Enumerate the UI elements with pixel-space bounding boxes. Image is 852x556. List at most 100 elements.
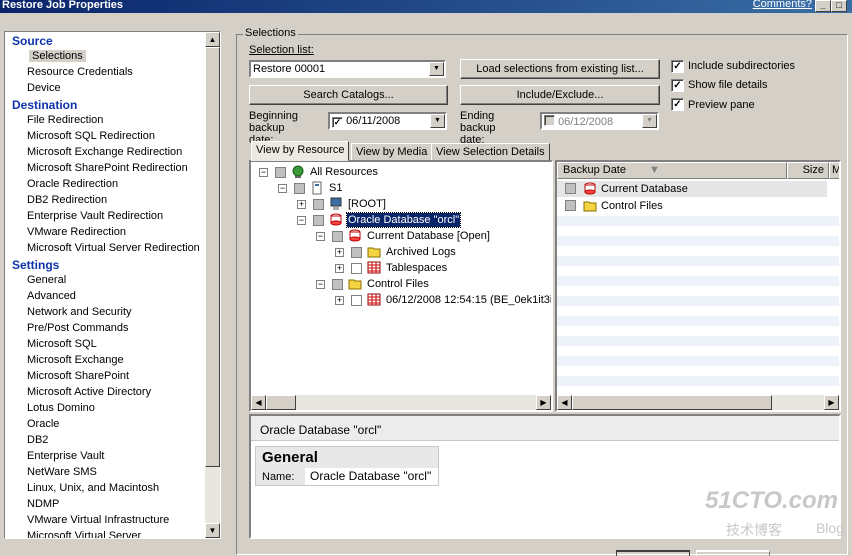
tree-checkbox[interactable] <box>351 263 362 274</box>
collapse-icon[interactable]: − <box>316 280 325 289</box>
details-hscrollbar[interactable]: ◀ ▶ <box>557 395 839 410</box>
tree-hscrollbar[interactable]: ◀ ▶ <box>251 395 551 410</box>
tree-checkbox[interactable] <box>313 215 324 226</box>
tree-node[interactable]: − All Resources <box>251 164 551 180</box>
tree-checkbox[interactable] <box>294 183 305 194</box>
column-m[interactable]: M <box>829 162 839 179</box>
beginning-date-checkbox[interactable]: ✓ <box>332 117 343 128</box>
collapse-icon[interactable]: − <box>297 216 306 225</box>
show-file-details-checkbox[interactable]: ✓ <box>671 79 684 92</box>
scroll-down-icon[interactable]: ▼ <box>205 523 220 538</box>
list-item[interactable]: Current Database <box>557 181 827 197</box>
nav-item[interactable]: Pre/Post Commands <box>27 322 128 334</box>
nav-item[interactable]: Microsoft SharePoint Redirection <box>27 162 188 174</box>
tree-node[interactable]: + [ROOT] <box>251 196 551 212</box>
nav-item[interactable]: Enterprise Vault Redirection <box>27 210 163 222</box>
collapse-icon[interactable]: − <box>316 232 325 241</box>
nav-panel: Source Selections Resource Credentials Devi… <box>4 31 221 539</box>
nav-item[interactable]: Microsoft SQL Redirection <box>27 130 155 142</box>
nav-item[interactable]: Microsoft Exchange Redirection <box>27 146 182 158</box>
tab-view-selection-details[interactable]: View Selection Details <box>431 143 550 161</box>
tree-node[interactable]: +06/12/2008 12:54:15 (BE_0ek1it3i <box>251 292 551 308</box>
preview-pane-checkbox[interactable]: ✓ <box>671 98 684 111</box>
beginning-date-picker[interactable]: ✓ 06/11/2008 ▼ <box>328 112 447 130</box>
resource-tree[interactable]: − All Resources − S1 + [ROOT] − Oracle Database… <box>249 160 553 412</box>
tree-node[interactable]: − S1 <box>251 180 551 196</box>
tree-checkbox[interactable] <box>332 231 343 242</box>
nav-item[interactable]: DB2 Redirection <box>27 194 107 206</box>
nav-item[interactable]: Enterprise Vault <box>27 450 104 462</box>
tree-checkbox[interactable] <box>313 199 324 210</box>
scroll-left-icon[interactable]: ◀ <box>557 395 572 410</box>
chevron-down-icon[interactable]: ▼ <box>642 114 657 128</box>
nav-item[interactable]: Microsoft Virtual Server <box>27 530 141 538</box>
nav-item[interactable]: General <box>27 274 66 286</box>
scroll-right-icon[interactable]: ▶ <box>536 395 551 410</box>
nav-item[interactable]: Oracle Redirection <box>27 178 118 190</box>
scroll-left-icon[interactable]: ◀ <box>251 395 266 410</box>
nav-item[interactable]: Microsoft Active Directory <box>27 386 151 398</box>
include-exclude-button[interactable]: Include/Exclude... <box>460 85 660 105</box>
expand-icon[interactable]: + <box>297 200 306 209</box>
maximize-icon[interactable]: □ <box>831 0 847 12</box>
scroll-thumb[interactable] <box>572 395 772 410</box>
nav-item[interactable]: Resource Credentials <box>27 66 133 78</box>
nav-item[interactable]: Advanced <box>27 290 76 302</box>
tree-node[interactable]: + Tablespaces <box>251 260 551 276</box>
nav-item[interactable]: Microsoft SQL <box>27 338 97 350</box>
expand-icon[interactable]: + <box>335 264 344 273</box>
scroll-up-icon[interactable]: ▲ <box>205 32 220 47</box>
tree-checkbox[interactable] <box>351 295 362 306</box>
nav-item[interactable]: Device <box>27 82 61 94</box>
nav-item[interactable]: Microsoft Exchange <box>27 354 124 366</box>
collapse-icon[interactable]: − <box>278 184 287 193</box>
column-size[interactable]: Size <box>787 162 829 179</box>
row-checkbox[interactable] <box>565 200 576 211</box>
nav-scrollbar[interactable]: ▲ ▼ <box>205 32 220 538</box>
nav-item[interactable]: Selections <box>29 50 86 62</box>
expand-icon[interactable]: + <box>335 248 344 257</box>
nav-item[interactable]: Microsoft SharePoint <box>27 370 129 382</box>
nav-item[interactable]: File Redirection <box>27 114 103 126</box>
scroll-right-icon[interactable]: ▶ <box>824 395 839 410</box>
comments-link[interactable]: Comments? <box>752 0 812 10</box>
tab-view-by-media[interactable]: View by Media <box>351 143 433 161</box>
nav-item[interactable]: NetWare SMS <box>27 466 97 478</box>
details-list[interactable]: Backup Date ▼ Size M Current Database Co… <box>555 160 841 412</box>
nav-item[interactable]: VMware Redirection <box>27 226 126 238</box>
tree-node[interactable]: − Current Database [Open] <box>251 228 551 244</box>
ok-button-edge[interactable] <box>616 550 690 556</box>
selection-list-combo[interactable]: Restore 00001 ▼ <box>249 60 446 78</box>
row-checkbox[interactable] <box>565 183 576 194</box>
nav-item[interactable]: Microsoft Virtual Server Redirection <box>27 242 200 254</box>
scroll-thumb[interactable] <box>266 395 296 410</box>
tree-checkbox[interactable] <box>351 247 362 258</box>
scroll-thumb[interactable] <box>205 47 220 467</box>
tree-node[interactable]: − Control Files <box>251 276 551 292</box>
tree-node[interactable]: + Archived Logs <box>251 244 551 260</box>
nav-item[interactable]: Network and Security <box>27 306 132 318</box>
tree-node[interactable]: − Oracle Database "orcl" <box>251 212 551 228</box>
column-backup-date[interactable]: Backup Date ▼ <box>557 162 787 179</box>
row-stripe <box>557 216 839 226</box>
nav-item[interactable]: VMware Virtual Infrastructure <box>27 514 169 526</box>
ending-date-checkbox[interactable] <box>544 115 555 126</box>
minimize-icon[interactable]: _ <box>815 0 831 12</box>
collapse-icon[interactable]: − <box>259 168 268 177</box>
chevron-down-icon[interactable]: ▼ <box>429 62 444 76</box>
nav-item[interactable]: NDMP <box>27 498 59 510</box>
tree-checkbox[interactable] <box>332 279 343 290</box>
tree-checkbox[interactable] <box>275 167 286 178</box>
load-selections-button[interactable]: Load selections from existing list... <box>460 59 660 79</box>
expand-icon[interactable]: + <box>335 296 344 305</box>
nav-item[interactable]: DB2 <box>27 434 48 446</box>
tab-view-by-resource[interactable]: View by Resource <box>251 141 350 161</box>
chevron-down-icon[interactable]: ▼ <box>430 114 445 128</box>
cancel-button-edge[interactable] <box>696 550 770 556</box>
nav-item[interactable]: Linux, Unix, and Macintosh <box>27 482 159 494</box>
include-subdirectories-checkbox[interactable]: ✓ <box>671 60 684 73</box>
ending-date-picker[interactable]: 06/12/2008 ▼ <box>540 112 659 130</box>
nav-item[interactable]: Oracle <box>27 418 59 430</box>
search-catalogs-button[interactable]: Search Catalogs... <box>249 85 448 105</box>
nav-item[interactable]: Lotus Domino <box>27 402 95 414</box>
